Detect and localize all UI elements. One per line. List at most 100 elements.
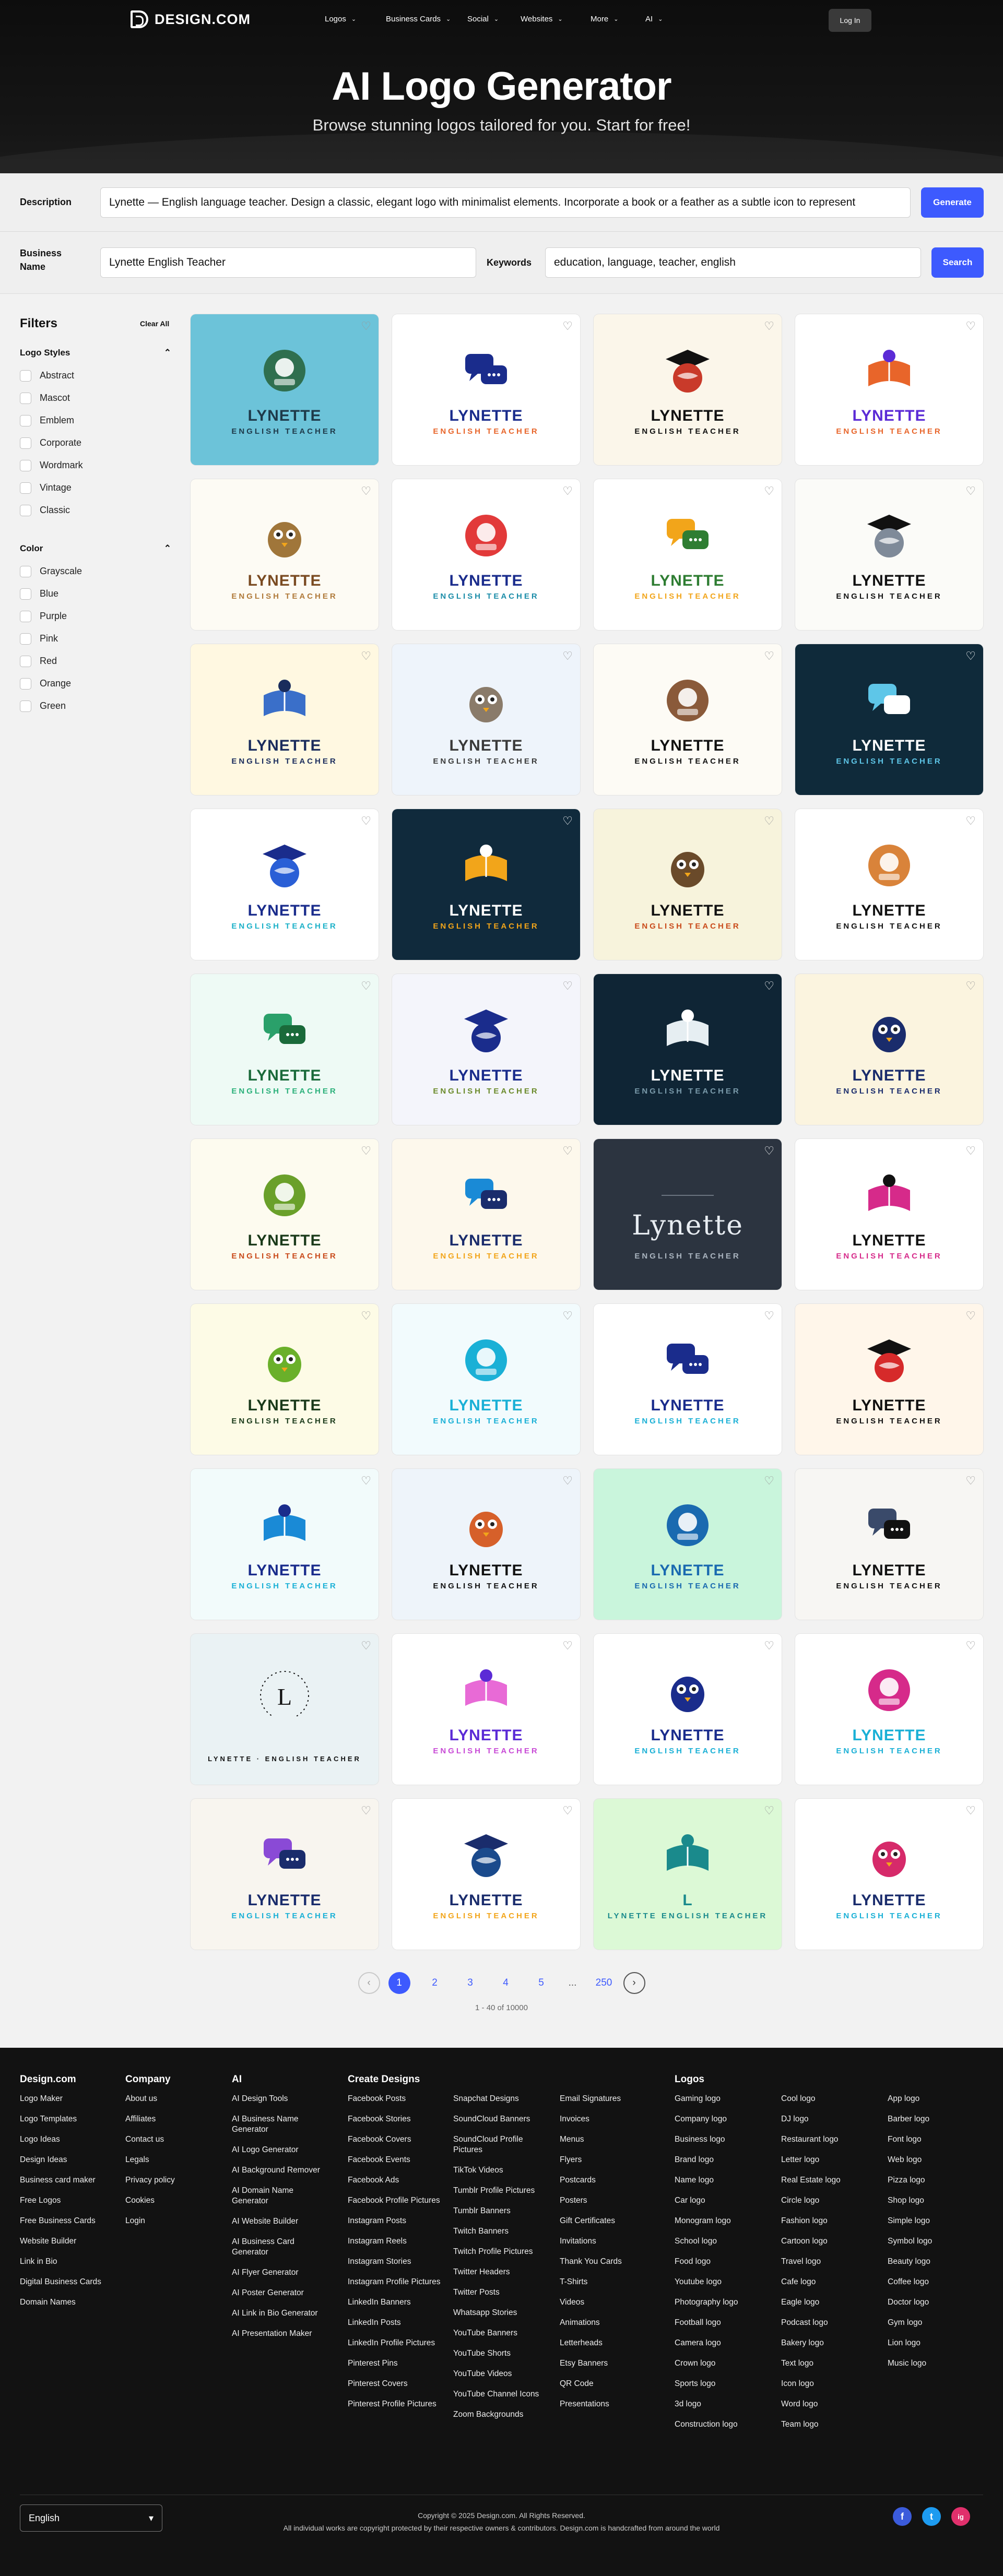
footer-link[interactable]: Name logo: [675, 2175, 774, 2186]
heart-icon[interactable]: ♡: [562, 649, 573, 663]
footer-link[interactable]: Coffee logo: [888, 2277, 982, 2287]
heart-icon[interactable]: ♡: [764, 484, 774, 498]
nav-item-logos[interactable]: Logos ⌄: [325, 15, 356, 23]
footer-link[interactable]: Menus: [560, 2134, 659, 2145]
page-button-1[interactable]: 1: [388, 1972, 410, 1994]
twitter-icon[interactable]: t: [922, 2507, 941, 2526]
footer-link[interactable]: Crown logo: [675, 2358, 774, 2369]
logo-card[interactable]: ♡ LYNETTE ENGLISH TEACHER: [191, 1799, 379, 1950]
heart-icon[interactable]: ♡: [965, 1639, 976, 1653]
checkbox[interactable]: [20, 610, 31, 622]
filter-option-grayscale[interactable]: Grayscale: [20, 560, 176, 583]
footer-link[interactable]: Web logo: [888, 2155, 982, 2165]
logo-card[interactable]: ♡ LYNETTE ENGLISH TEACHER: [795, 644, 983, 795]
filter-option-corporate[interactable]: Corporate: [20, 432, 176, 454]
heart-icon[interactable]: ♡: [361, 814, 371, 828]
logo-card[interactable]: ♡ LYNETTE ENGLISH TEACHER: [392, 1304, 580, 1455]
nav-item-social[interactable]: Social ⌄: [467, 15, 499, 23]
checkbox[interactable]: [20, 700, 31, 712]
footer-link[interactable]: AI Business Name Generator: [232, 2114, 331, 2135]
page-button-5[interactable]: 5: [530, 1972, 552, 1994]
logo-card[interactable]: ♡ LYNETTE ENGLISH TEACHER: [191, 809, 379, 960]
footer-link[interactable]: Circle logo: [781, 2195, 880, 2206]
heart-icon[interactable]: ♡: [764, 1474, 774, 1488]
facebook-icon[interactable]: f: [893, 2507, 912, 2526]
heart-icon[interactable]: ♡: [562, 1144, 573, 1158]
footer-link[interactable]: Sports logo: [675, 2379, 774, 2389]
footer-link[interactable]: Pinterest Profile Pictures: [348, 2399, 447, 2409]
footer-link[interactable]: Contact us: [125, 2134, 225, 2145]
checkbox[interactable]: [20, 633, 31, 645]
checkbox[interactable]: [20, 392, 31, 404]
heart-icon[interactable]: ♡: [764, 1144, 774, 1158]
heart-icon[interactable]: ♡: [361, 649, 371, 663]
checkbox[interactable]: [20, 588, 31, 600]
footer-link[interactable]: AI Flyer Generator: [232, 2268, 331, 2278]
footer-link[interactable]: Cookies: [125, 2195, 225, 2206]
logo-card[interactable]: ♡ LYNETTE ENGLISH TEACHER: [594, 1634, 782, 1785]
nav-item-ai[interactable]: AI ⌄: [645, 15, 663, 23]
heart-icon[interactable]: ♡: [361, 979, 371, 993]
footer-link[interactable]: AI Logo Generator: [232, 2145, 331, 2155]
heart-icon[interactable]: ♡: [562, 1639, 573, 1653]
footer-link[interactable]: Logo Templates: [20, 2114, 119, 2124]
description-input[interactable]: Lynette — English language teacher. Desi…: [100, 187, 911, 218]
footer-link[interactable]: Logo Ideas: [20, 2134, 119, 2145]
logo-card[interactable]: ♡ L LYNETTE ENGLISH TEACHER: [594, 1799, 782, 1950]
heart-icon[interactable]: ♡: [764, 814, 774, 828]
checkbox[interactable]: [20, 459, 31, 471]
filter-option-green[interactable]: Green: [20, 695, 176, 717]
footer-link[interactable]: Email Signatures: [560, 2094, 659, 2104]
logo-card[interactable]: ♡ LYNETTE ENGLISH TEACHER: [795, 809, 983, 960]
footer-link[interactable]: Digital Business Cards: [20, 2277, 119, 2287]
logo-card[interactable]: ♡ LYNETTE ENGLISH TEACHER: [594, 644, 782, 795]
filter-option-emblem[interactable]: Emblem: [20, 409, 176, 432]
footer-link[interactable]: Company logo: [675, 2114, 774, 2124]
footer-link[interactable]: LinkedIn Posts: [348, 2318, 447, 2328]
filter-option-abstract[interactable]: Abstract: [20, 364, 176, 387]
page-button-2[interactable]: 2: [424, 1972, 446, 1994]
prev-page-button[interactable]: ‹: [358, 1972, 380, 1994]
next-page-button[interactable]: ›: [623, 1972, 645, 1994]
footer-link[interactable]: App logo: [888, 2094, 982, 2104]
footer-link[interactable]: Construction logo: [675, 2419, 774, 2430]
logo-card[interactable]: ♡ LYNETTE ENGLISH TEACHER: [392, 644, 580, 795]
logo-card[interactable]: ♡ LYNETTE ENGLISH TEACHER: [594, 1304, 782, 1455]
footer-link[interactable]: Facebook Ads: [348, 2175, 447, 2186]
footer-link[interactable]: Bakery logo: [781, 2338, 880, 2348]
footer-link[interactable]: Simple logo: [888, 2216, 982, 2226]
logo-card[interactable]: ♡ Lynette ENGLISH TEACHER: [594, 1139, 782, 1290]
brand-logo[interactable]: DESIGN.COM: [131, 10, 251, 28]
filter-option-pink[interactable]: Pink: [20, 627, 176, 650]
instagram-icon[interactable]: ig: [951, 2507, 970, 2526]
footer-link[interactable]: Whatsapp Stories: [453, 2308, 552, 2318]
footer-link[interactable]: YouTube Videos: [453, 2369, 552, 2379]
keywords-input[interactable]: education, language, teacher, english: [545, 247, 921, 278]
login-button[interactable]: Log In: [829, 9, 871, 32]
heart-icon[interactable]: ♡: [562, 1804, 573, 1818]
footer-link[interactable]: SoundCloud Banners: [453, 2114, 552, 2124]
footer-link[interactable]: Facebook Stories: [348, 2114, 447, 2124]
footer-link[interactable]: Legals: [125, 2155, 225, 2165]
page-button-3[interactable]: 3: [459, 1972, 481, 1994]
heart-icon[interactable]: ♡: [361, 1309, 371, 1323]
logo-card[interactable]: ♡ LYNETTE ENGLISH TEACHER: [392, 809, 580, 960]
filter-option-classic[interactable]: Classic: [20, 499, 176, 521]
logo-card[interactable]: ♡ LYNETTE ENGLISH TEACHER: [392, 1634, 580, 1785]
heart-icon[interactable]: ♡: [361, 1144, 371, 1158]
logo-card[interactable]: ♡ LYNETTE ENGLISH TEACHER: [191, 479, 379, 630]
footer-link[interactable]: Pinterest Pins: [348, 2358, 447, 2369]
heart-icon[interactable]: ♡: [965, 1144, 976, 1158]
logo-card[interactable]: ♡ LYNETTE ENGLISH TEACHER: [191, 1139, 379, 1290]
footer-link[interactable]: Monogram logo: [675, 2216, 774, 2226]
logo-card[interactable]: ♡ LYNETTE ENGLISH TEACHER: [594, 809, 782, 960]
logo-card[interactable]: ♡ LYNETTE ENGLISH TEACHER: [795, 314, 983, 465]
footer-link[interactable]: Twitter Posts: [453, 2287, 552, 2298]
footer-link[interactable]: Logo Maker: [20, 2094, 119, 2104]
footer-link[interactable]: SoundCloud Profile Pictures: [453, 2134, 552, 2155]
filter-option-purple[interactable]: Purple: [20, 605, 176, 627]
footer-link[interactable]: Gift Certificates: [560, 2216, 659, 2226]
logo-card[interactable]: ♡ LYNETTE ENGLISH TEACHER: [795, 479, 983, 630]
footer-link[interactable]: Photography logo: [675, 2297, 774, 2308]
checkbox[interactable]: [20, 482, 31, 494]
